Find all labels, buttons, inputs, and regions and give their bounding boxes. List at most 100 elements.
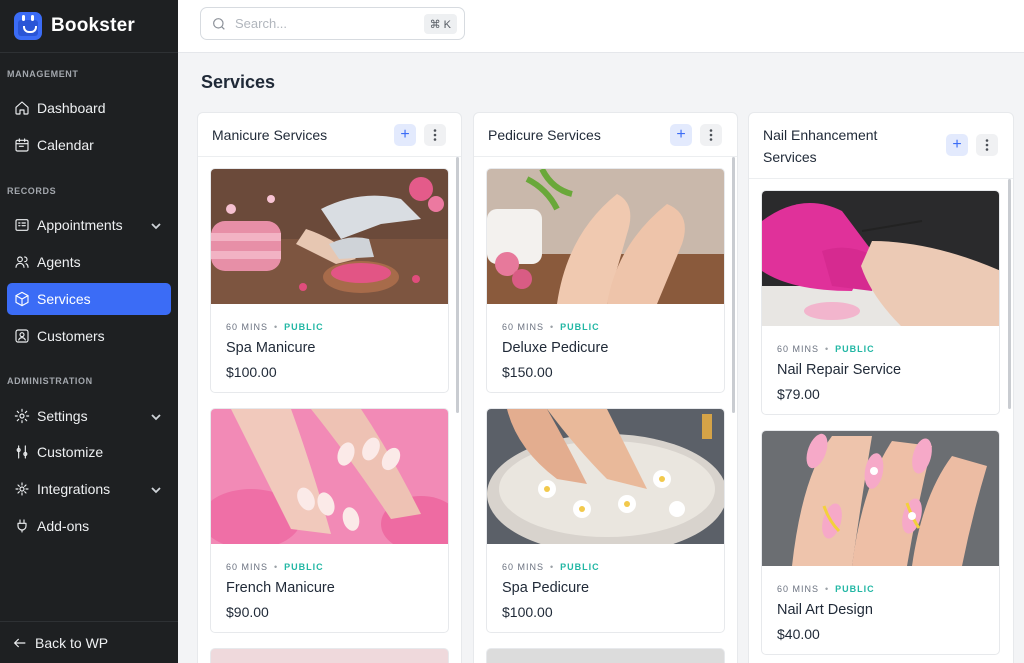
- service-image-spa-pedicure: [487, 409, 724, 544]
- sidebar-item-label: Agents: [37, 254, 81, 270]
- category-column-manicure: Manicure Services + 60 MINS • PUBLIC Spa…: [197, 112, 462, 663]
- service-image-nail-repair: [762, 191, 999, 326]
- section-label-administration: ADMINISTRATION: [7, 376, 93, 386]
- meta-separator: •: [274, 562, 279, 572]
- sidebar-item-calendar[interactable]: Calendar: [7, 129, 171, 161]
- sidebar-item-label: Dashboard: [37, 100, 106, 116]
- meta-separator: •: [825, 584, 830, 594]
- more-options-button[interactable]: [424, 124, 446, 146]
- sidebar-item-label: Integrations: [37, 481, 111, 497]
- sidebar-item-customize[interactable]: Customize: [7, 436, 171, 468]
- service-card[interactable]: [486, 648, 725, 663]
- plus-icon: +: [952, 136, 962, 153]
- back-to-wp-link[interactable]: Back to WP: [0, 621, 178, 663]
- sidebar-item-appointments[interactable]: Appointments: [7, 209, 171, 241]
- column-scrollbar[interactable]: [732, 157, 735, 413]
- section-label-management: MANAGEMENT: [7, 69, 79, 79]
- visibility-badge: PUBLIC: [284, 562, 324, 572]
- sidebar-item-settings[interactable]: Settings: [7, 400, 171, 432]
- kebab-menu-icon: [433, 129, 437, 141]
- column-scrollbar[interactable]: [1008, 179, 1011, 409]
- service-price: $100.00: [502, 604, 553, 620]
- arrow-left-icon: [13, 638, 26, 647]
- appointments-icon: [14, 217, 30, 233]
- sidebar-item-agents[interactable]: Agents: [7, 246, 171, 278]
- brand[interactable]: Bookster: [0, 0, 178, 53]
- duration-label: 60 MINS: [502, 322, 545, 332]
- sidebar-item-label: Appointments: [37, 217, 123, 233]
- service-meta: 60 MINS • PUBLIC: [226, 562, 324, 572]
- sidebar-item-label: Settings: [37, 408, 88, 424]
- service-meta: 60 MINS • PUBLIC: [226, 322, 324, 332]
- sidebar-item-integrations[interactable]: Integrations: [7, 473, 171, 505]
- customer-icon: [14, 328, 30, 344]
- service-meta: 60 MINS • PUBLIC: [502, 322, 600, 332]
- service-meta: 60 MINS • PUBLIC: [777, 344, 875, 354]
- service-price: $79.00: [777, 386, 820, 402]
- topbar: ⌘ K: [178, 0, 1024, 53]
- add-service-button[interactable]: +: [670, 124, 692, 146]
- search-icon: [213, 17, 225, 30]
- integrations-icon: [14, 481, 30, 497]
- kebab-menu-icon: [709, 129, 713, 141]
- service-price: $90.00: [226, 604, 269, 620]
- bookster-logo-icon: [14, 12, 42, 40]
- search-input[interactable]: [235, 16, 405, 31]
- kebab-menu-icon: [985, 139, 989, 151]
- service-card[interactable]: 60 MINS • PUBLIC Spa Manicure $100.00: [210, 168, 449, 393]
- gear-icon: [14, 408, 30, 424]
- add-service-button[interactable]: +: [946, 134, 968, 156]
- service-price: $40.00: [777, 626, 820, 642]
- visibility-badge: PUBLIC: [835, 344, 875, 354]
- service-name: Nail Art Design: [777, 602, 873, 618]
- add-service-button[interactable]: +: [394, 124, 416, 146]
- service-name: Spa Pedicure: [502, 580, 590, 596]
- calendar-icon: [14, 137, 30, 153]
- home-icon: [14, 100, 30, 116]
- duration-label: 60 MINS: [777, 584, 820, 594]
- service-name: Deluxe Pedicure: [502, 340, 609, 356]
- cube-icon: [14, 291, 30, 307]
- service-card[interactable]: [210, 648, 449, 663]
- service-card[interactable]: 60 MINS • PUBLIC Nail Repair Service $79.0…: [761, 190, 1000, 415]
- meta-separator: •: [274, 322, 279, 332]
- plus-icon: +: [400, 126, 410, 143]
- service-image-nail-art: [762, 431, 999, 566]
- service-card[interactable]: 60 MINS • PUBLIC Spa Pedicure $100.00: [486, 408, 725, 633]
- plus-icon: +: [676, 126, 686, 143]
- service-price: $150.00: [502, 364, 553, 380]
- sidebar-item-services[interactable]: Services: [7, 283, 171, 315]
- sidebar-item-dashboard[interactable]: Dashboard: [7, 92, 171, 124]
- column-scrollbar[interactable]: [456, 157, 459, 413]
- search-box[interactable]: ⌘ K: [200, 7, 465, 40]
- sidebar-item-addons[interactable]: Add-ons: [7, 510, 171, 542]
- section-label-records: RECORDS: [7, 186, 57, 196]
- sidebar-item-label: Services: [37, 291, 91, 307]
- sidebar-item-label: Customize: [37, 444, 104, 460]
- sidebar-item-label: Calendar: [37, 137, 94, 153]
- visibility-badge: PUBLIC: [284, 322, 324, 332]
- service-card[interactable]: 60 MINS • PUBLIC Nail Art Design $40.00: [761, 430, 1000, 655]
- service-name: Spa Manicure: [226, 340, 316, 356]
- chevron-down-icon: [150, 410, 162, 422]
- category-column-nail-enhancement: Nail Enhancement Services + 60 MINS • PUBL…: [748, 112, 1014, 663]
- brand-name: Bookster: [51, 15, 135, 36]
- sidebar-item-customers[interactable]: Customers: [7, 320, 171, 352]
- service-card[interactable]: 60 MINS • PUBLIC French Manicure $90.00: [210, 408, 449, 633]
- meta-separator: •: [550, 322, 555, 332]
- service-meta: 60 MINS • PUBLIC: [777, 584, 875, 594]
- service-name: Nail Repair Service: [777, 362, 902, 378]
- duration-label: 60 MINS: [226, 562, 269, 572]
- plug-icon: [14, 518, 30, 534]
- category-title: Pedicure Services: [488, 126, 601, 143]
- sidebar-item-label: Add-ons: [37, 518, 90, 534]
- search-shortcut: ⌘ K: [423, 14, 457, 34]
- service-image-deluxe-pedicure: [487, 169, 724, 304]
- service-name: French Manicure: [226, 580, 335, 596]
- service-image-spa-manicure: [211, 169, 448, 304]
- sliders-icon: [14, 444, 30, 460]
- service-meta: 60 MINS • PUBLIC: [502, 562, 600, 572]
- more-options-button[interactable]: [700, 124, 722, 146]
- service-card[interactable]: 60 MINS • PUBLIC Deluxe Pedicure $150.00: [486, 168, 725, 393]
- more-options-button[interactable]: [976, 134, 998, 156]
